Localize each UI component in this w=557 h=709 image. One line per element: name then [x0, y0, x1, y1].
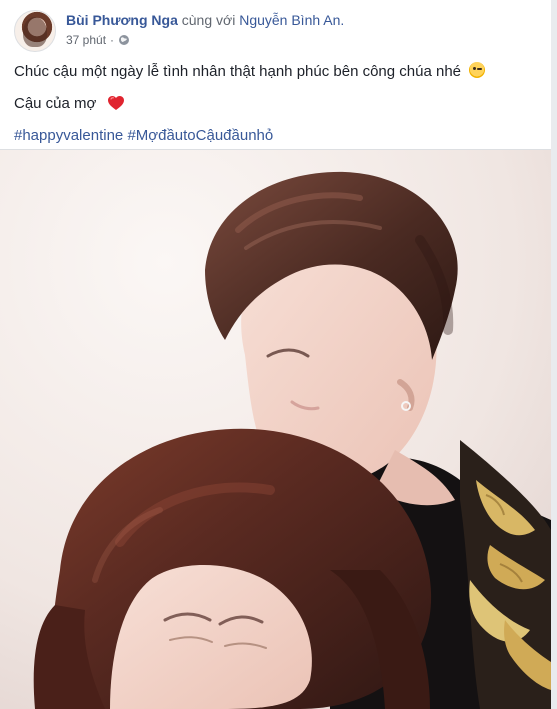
- author-avatar[interactable]: [14, 10, 56, 52]
- couple-photo-illustration: [0, 150, 551, 709]
- hashtag-line: #happyvalentine #MợđầutoCậuđầunhỏ: [14, 126, 534, 146]
- separator-dot: ·: [110, 33, 115, 47]
- timestamp-line: 37 phút ·: [66, 32, 344, 48]
- post-meta: Bùi Phương Nga cùng với Nguyễn Bình An. …: [66, 11, 344, 48]
- wink-emoji-icon: [469, 62, 486, 78]
- post-text-line-2: Cậu của mợ: [14, 94, 534, 114]
- hashtag-link[interactable]: #happyvalentine: [14, 127, 123, 144]
- tagged-user-link[interactable]: Nguyễn Bình An.: [239, 12, 344, 28]
- author-line: Bùi Phương Nga cùng với Nguyễn Bình An.: [66, 11, 344, 29]
- hashtag-link[interactable]: #MợđầutoCậuđầunhỏ: [127, 127, 273, 144]
- globe-icon[interactable]: [118, 34, 130, 46]
- post-header: Bùi Phương Nga cùng với Nguyễn Bình An. …: [14, 10, 534, 52]
- post-timestamp[interactable]: 37 phút: [66, 32, 106, 48]
- avatar-hair-detail: [23, 17, 47, 47]
- heart-emoji-icon: [107, 96, 124, 110]
- author-name-link[interactable]: Bùi Phương Nga: [66, 12, 178, 28]
- post-body: Chúc cậu một ngày lễ tình nhân thật hạnh…: [14, 62, 534, 146]
- post-text-line-1: Chúc cậu một ngày lễ tình nhân thật hạnh…: [14, 62, 534, 82]
- right-edge-border: [551, 0, 557, 709]
- facebook-post: Bùi Phương Nga cùng với Nguyễn Bình An. …: [0, 0, 557, 709]
- with-text: cùng với: [181, 12, 236, 28]
- post-photo[interactable]: [0, 150, 551, 709]
- post-text-1: Chúc cậu một ngày lễ tình nhân thật hạnh…: [14, 63, 461, 80]
- post-text-2: Cậu của mợ: [14, 95, 97, 112]
